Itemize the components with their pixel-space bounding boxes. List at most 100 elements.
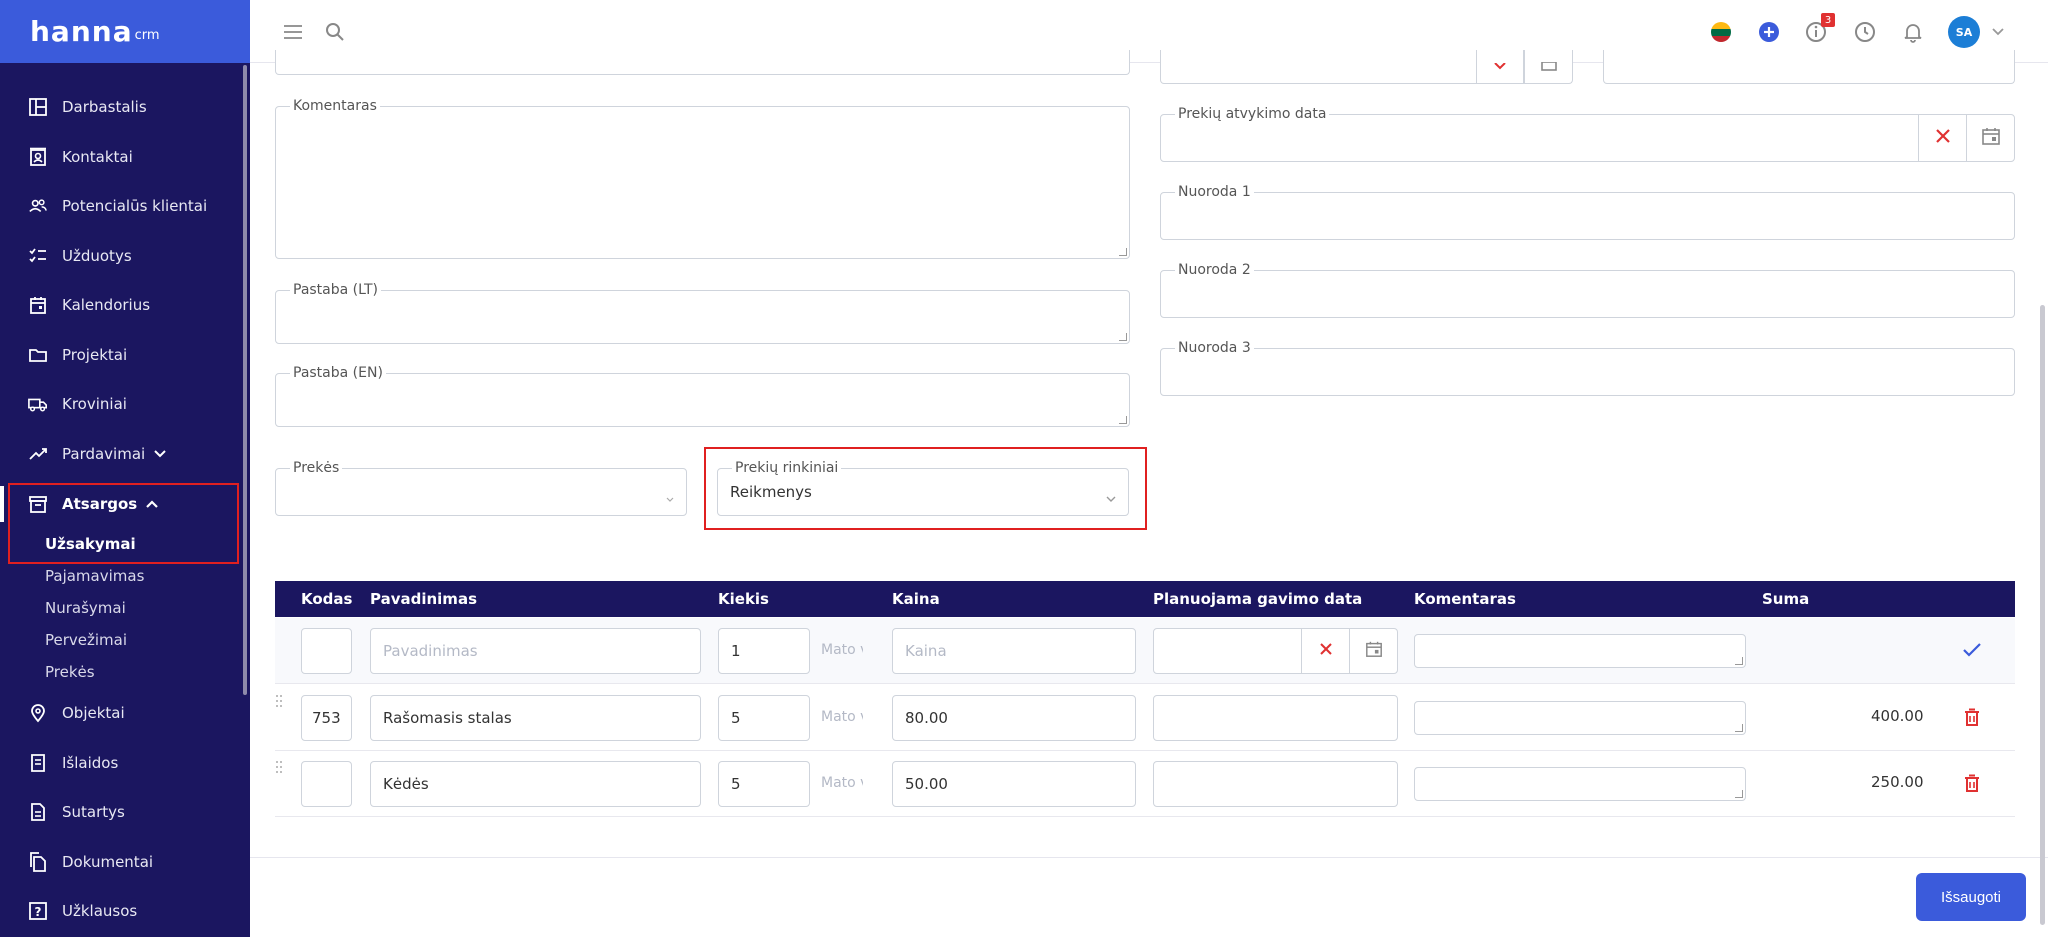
highlight-annotation [8, 483, 239, 564]
sidebar-scrollbar[interactable] [243, 65, 247, 695]
sidebar-item-kontaktai[interactable]: Kontaktai [0, 139, 240, 175]
quantity-input[interactable]: 5 [718, 695, 810, 741]
drag-handle-icon[interactable] [275, 693, 285, 709]
unit-select[interactable]: Mato vnt. [821, 775, 863, 791]
chevron-down-icon[interactable] [1985, 19, 2011, 45]
sidebar-subitem-pajamavimas[interactable]: Pajamavimas [45, 567, 144, 585]
price-input[interactable]: 80.00 [892, 695, 1136, 741]
prekiu-atvykimo-data-field[interactable]: Prekių atvykimo data [1160, 106, 2015, 162]
sidebar-item-label: Užklausos [62, 902, 138, 920]
date-input[interactable] [1153, 695, 1398, 741]
name-input[interactable]: Rašomasis stalas [370, 695, 701, 741]
nuoroda-2-label: Nuoroda 2 [1175, 262, 1254, 278]
date-input[interactable] [1153, 628, 1398, 674]
nuoroda-3-field[interactable]: Nuoroda 3 [1160, 340, 2015, 396]
table-row: 753 Rašomasis stalas 5 Mato vnt. 80.00 4… [275, 685, 2015, 751]
sidebar-item-potencialus-klientai[interactable]: Potencialūs klientai [0, 188, 240, 224]
sidebar-item-dokumentai[interactable]: Dokumentai [0, 844, 240, 880]
nuoroda-1-field[interactable]: Nuoroda 1 [1160, 184, 2015, 240]
price-input[interactable]: Kaina [892, 628, 1136, 674]
nuoroda-3-label: Nuoroda 3 [1175, 340, 1254, 356]
logo-subtext: crm [134, 28, 160, 43]
prekes-label: Prekės [290, 460, 343, 476]
tasks-icon [28, 246, 48, 266]
page-scrollbar[interactable] [2040, 305, 2045, 925]
folder-icon [28, 345, 48, 365]
drag-handle-icon[interactable] [275, 759, 285, 775]
sidebar-item-darbastalis[interactable]: Darbastalis [0, 89, 240, 125]
sidebar-item-sutartys[interactable]: Sutartys [0, 794, 240, 830]
calendar-button[interactable] [1966, 115, 2014, 161]
cutoff-field[interactable] [275, 50, 1130, 75]
sidebar-item-projektai[interactable]: Projektai [0, 337, 240, 373]
sidebar-item-pardavimai[interactable]: Pardavimai [0, 436, 240, 472]
bell-icon[interactable] [1900, 19, 1926, 45]
clear-date-button[interactable] [1301, 629, 1349, 673]
pastaba-lt-textarea[interactable]: Pastaba (LT) [275, 282, 1130, 344]
sidebar-item-kroviniai[interactable]: Kroviniai [0, 386, 240, 422]
comment-textarea[interactable] [1414, 701, 1746, 735]
document-icon [28, 802, 48, 822]
column-header-komentaras: Komentaras [1414, 590, 1516, 608]
sidebar-item-objektai[interactable]: Objektai [0, 695, 240, 731]
code-input[interactable] [301, 628, 352, 674]
resize-handle-icon[interactable] [1119, 416, 1127, 424]
cutoff-field[interactable] [1603, 50, 2015, 84]
chevron-down-icon [153, 449, 167, 459]
sidebar-item-islaidos[interactable]: Išlaidos [0, 745, 240, 781]
quantity-input[interactable]: 5 [718, 761, 810, 807]
clock-icon[interactable] [1852, 19, 1878, 45]
calendar-button[interactable] [1524, 50, 1572, 83]
add-circle-icon[interactable] [1756, 19, 1782, 45]
clear-date-button[interactable] [1918, 115, 1966, 161]
unit-select[interactable]: Mato vnt. [821, 642, 863, 658]
lithuania-flag-icon[interactable] [1708, 19, 1734, 45]
avatar[interactable]: SA [1948, 16, 1980, 48]
save-button[interactable]: Išsaugoti [1916, 873, 2026, 921]
resize-handle-icon[interactable] [1735, 724, 1743, 732]
sidebar-subitem-nurasymai[interactable]: Nurašymai [45, 599, 126, 617]
cutoff-date-field[interactable] [1160, 50, 1573, 84]
code-input[interactable]: 753 [301, 695, 352, 741]
resize-handle-icon[interactable] [1119, 248, 1127, 256]
confirm-check-icon[interactable] [1962, 642, 1982, 662]
pastaba-en-textarea[interactable]: Pastaba (EN) [275, 365, 1130, 427]
comment-textarea[interactable] [1414, 767, 1746, 801]
sidebar-item-uzduotys[interactable]: Užduotys [0, 238, 240, 274]
sidebar-item-label: Išlaidos [62, 754, 119, 772]
documents-icon [28, 852, 48, 872]
sidebar-item-kalendorius[interactable]: Kalendorius [0, 287, 240, 323]
sidebar-subitem-prekes[interactable]: Prekės [45, 663, 95, 681]
close-icon [1319, 642, 1333, 660]
sidebar-subitem-pervezimai[interactable]: Pervežimai [45, 631, 127, 649]
comment-textarea[interactable] [1414, 634, 1746, 668]
sidebar-item-label: Sutartys [62, 803, 125, 821]
column-header-kaina: Kaina [892, 590, 940, 608]
truck-icon [28, 394, 48, 414]
quantity-input[interactable]: 1 [718, 628, 810, 674]
trash-icon[interactable] [1964, 708, 1980, 731]
price-input[interactable]: 50.00 [892, 761, 1136, 807]
row-sum: 250.00 [1871, 773, 1924, 791]
footer-divider [250, 857, 2048, 858]
calendar-button[interactable] [1349, 629, 1397, 673]
logo[interactable]: hanna crm [0, 0, 250, 63]
nuoroda-2-field[interactable]: Nuoroda 2 [1160, 262, 2015, 318]
prekes-select[interactable]: Prekės [275, 460, 687, 516]
resize-handle-icon[interactable] [1735, 657, 1743, 665]
name-input[interactable]: Pavadinimas [370, 628, 701, 674]
resize-handle-icon[interactable] [1735, 790, 1743, 798]
date-input[interactable] [1153, 761, 1398, 807]
clear-button[interactable] [1476, 50, 1524, 83]
komentaras-textarea[interactable]: Komentaras [275, 98, 1130, 259]
resize-handle-icon[interactable] [1119, 333, 1127, 341]
name-input[interactable]: Kėdės [370, 761, 701, 807]
trash-icon[interactable] [1964, 774, 1980, 797]
sidebar-item-uzklausos[interactable]: ? Užklausos [0, 893, 240, 929]
sidebar: hanna crm Darbastalis Kontaktai Potencia… [0, 0, 250, 937]
search-icon[interactable] [322, 19, 348, 45]
unit-select[interactable]: Mato vnt. [821, 709, 863, 725]
info-icon[interactable]: 3 [1803, 13, 1835, 45]
code-input[interactable] [301, 761, 352, 807]
menu-icon[interactable] [280, 19, 306, 45]
